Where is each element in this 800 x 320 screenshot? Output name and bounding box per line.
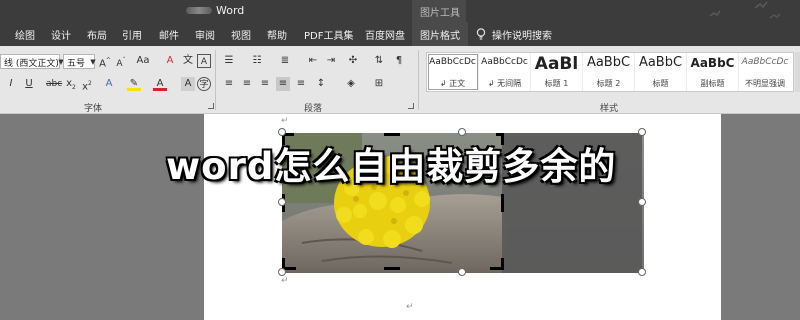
styles-gallery: AaBbCcDc ↲ 正文 AaBbCcDc ↲ 无间隔 AaBl 标题 1 A… (426, 52, 794, 92)
align-center-icon[interactable]: ≡ (240, 77, 254, 91)
title-bar: Word 图片工具 (0, 0, 800, 22)
resize-handle-top-left[interactable] (278, 128, 286, 136)
style-subtle-emphasis[interactable]: AaBbCcDc 不明显强调 (739, 53, 791, 91)
align-right-icon[interactable]: ≡ (258, 77, 272, 91)
font-name-combo[interactable]: 线 (西文正文) (0, 54, 60, 69)
shading-icon[interactable]: ◈ (344, 77, 358, 91)
style-title[interactable]: AaBbC 标题 (635, 53, 687, 91)
font-group-label: 字体 (84, 104, 103, 114)
decrease-indent-icon[interactable]: ⇤ (306, 54, 320, 68)
style-normal[interactable]: AaBbCcDc ↲ 正文 (427, 53, 479, 91)
styles-gallery-scroll[interactable] (795, 52, 800, 92)
tab-draw[interactable]: 绘图 (15, 27, 35, 42)
justify-icon[interactable]: ≡ (276, 77, 290, 91)
borders-icon[interactable]: ⊞ (372, 77, 386, 91)
enclose-characters-icon[interactable]: 字 (197, 77, 211, 91)
numbering-icon[interactable]: ☷ (250, 54, 264, 68)
line-spacing-icon[interactable]: ↕ (314, 77, 328, 91)
style-heading-1[interactable]: AaBl 标题 1 (531, 53, 583, 91)
superscript-icon[interactable]: x2 (80, 77, 94, 92)
style-no-spacing[interactable]: AaBbCcDc ↲ 无间隔 (479, 53, 531, 91)
lightbulb-icon (476, 27, 486, 40)
paragraph-dialog-launcher-icon[interactable] (408, 103, 414, 109)
strikethrough-icon[interactable]: abc (46, 77, 62, 91)
change-case-icon[interactable]: Aa (134, 54, 152, 68)
resize-handle-top[interactable] (458, 128, 466, 136)
crop-handle-right[interactable] (501, 194, 504, 212)
chinese-layout-icon[interactable]: ✣ (346, 54, 360, 68)
subscript-icon[interactable]: x2 (64, 77, 78, 91)
tab-help[interactable]: 帮助 (267, 27, 287, 42)
tab-references[interactable]: 引用 (122, 27, 142, 42)
multilevel-list-icon[interactable]: ≣ (278, 54, 292, 68)
clear-formatting-icon[interactable]: A (163, 54, 177, 68)
paragraph-mark: ↵ (406, 302, 414, 312)
styles-group-label: 样式 (600, 104, 619, 114)
tab-design[interactable]: 设计 (51, 27, 71, 42)
character-shading-icon[interactable]: A (181, 77, 195, 91)
paragraph-group-label: 段落 (304, 104, 323, 114)
grow-font-icon[interactable]: A^ (98, 54, 112, 69)
resize-handle-left[interactable] (278, 198, 286, 206)
resize-handle-right[interactable] (638, 198, 646, 206)
style-heading-2[interactable]: AaBbC 标题 2 (583, 53, 635, 91)
tab-picture-format[interactable]: 图片格式 (412, 22, 468, 46)
italic-icon[interactable]: I (4, 77, 18, 91)
tab-mailings[interactable]: 邮件 (159, 27, 179, 42)
picture-tools-context-label: 图片工具 (412, 0, 466, 22)
resize-handle-top-right[interactable] (638, 128, 646, 136)
resize-handle-bottom-left[interactable] (278, 268, 286, 276)
underline-icon[interactable]: U (22, 77, 36, 91)
tab-view[interactable]: 视图 (231, 27, 251, 42)
highlight-color-icon[interactable]: ✎ (127, 77, 141, 91)
distributed-icon[interactable]: ≡ (294, 77, 308, 91)
character-border-icon[interactable]: A (197, 54, 211, 68)
resize-handle-bottom-right[interactable] (638, 268, 646, 276)
align-left-icon[interactable]: ≡ (222, 77, 236, 91)
tab-review[interactable]: 审阅 (195, 27, 215, 42)
ribbon-separator (418, 50, 419, 110)
resize-handle-bottom[interactable] (458, 268, 466, 276)
increase-indent-icon[interactable]: ⇥ (324, 54, 338, 68)
tab-layout[interactable]: 布局 (87, 27, 107, 42)
birds-decoration-icon (709, 1, 781, 19)
font-color-icon[interactable]: A (153, 77, 167, 91)
tell-me-search[interactable]: 操作说明搜索 (476, 24, 552, 44)
tab-pdf-tools[interactable]: PDF工具集 (304, 27, 353, 42)
shrink-font-icon[interactable]: Aˇ (114, 54, 128, 69)
ribbon-tabs: 绘图 设计 布局 引用 邮件 审阅 视图 帮助 PDF工具集 百度网盘 图片格式… (0, 22, 800, 46)
document-title: Word (216, 4, 245, 17)
crop-handle-bottom[interactable] (384, 267, 400, 270)
bullets-icon[interactable]: ☰ (222, 54, 236, 68)
tell-me-label: 操作说明搜索 (492, 30, 552, 42)
paragraph-mark: ↵ (281, 276, 289, 286)
paragraph-mark: ↵ (281, 116, 289, 126)
text-effects-icon[interactable]: A (102, 77, 116, 91)
font-dialog-launcher-icon[interactable] (208, 103, 214, 109)
tab-baidu-netdisk[interactable]: 百度网盘 (365, 27, 405, 42)
ribbon-separator (215, 50, 216, 110)
sort-icon[interactable]: ⇅ (372, 54, 386, 68)
style-subtitle[interactable]: AaBbC 副标题 (687, 53, 739, 91)
overlay-title: word怎么自由裁剪多余的 (166, 145, 617, 188)
phonetic-guide-icon[interactable]: 文 (181, 54, 195, 68)
crop-handle-bottom-right[interactable] (490, 267, 504, 270)
blurred-filename (186, 7, 212, 14)
show-marks-icon[interactable]: ¶ (392, 54, 406, 68)
